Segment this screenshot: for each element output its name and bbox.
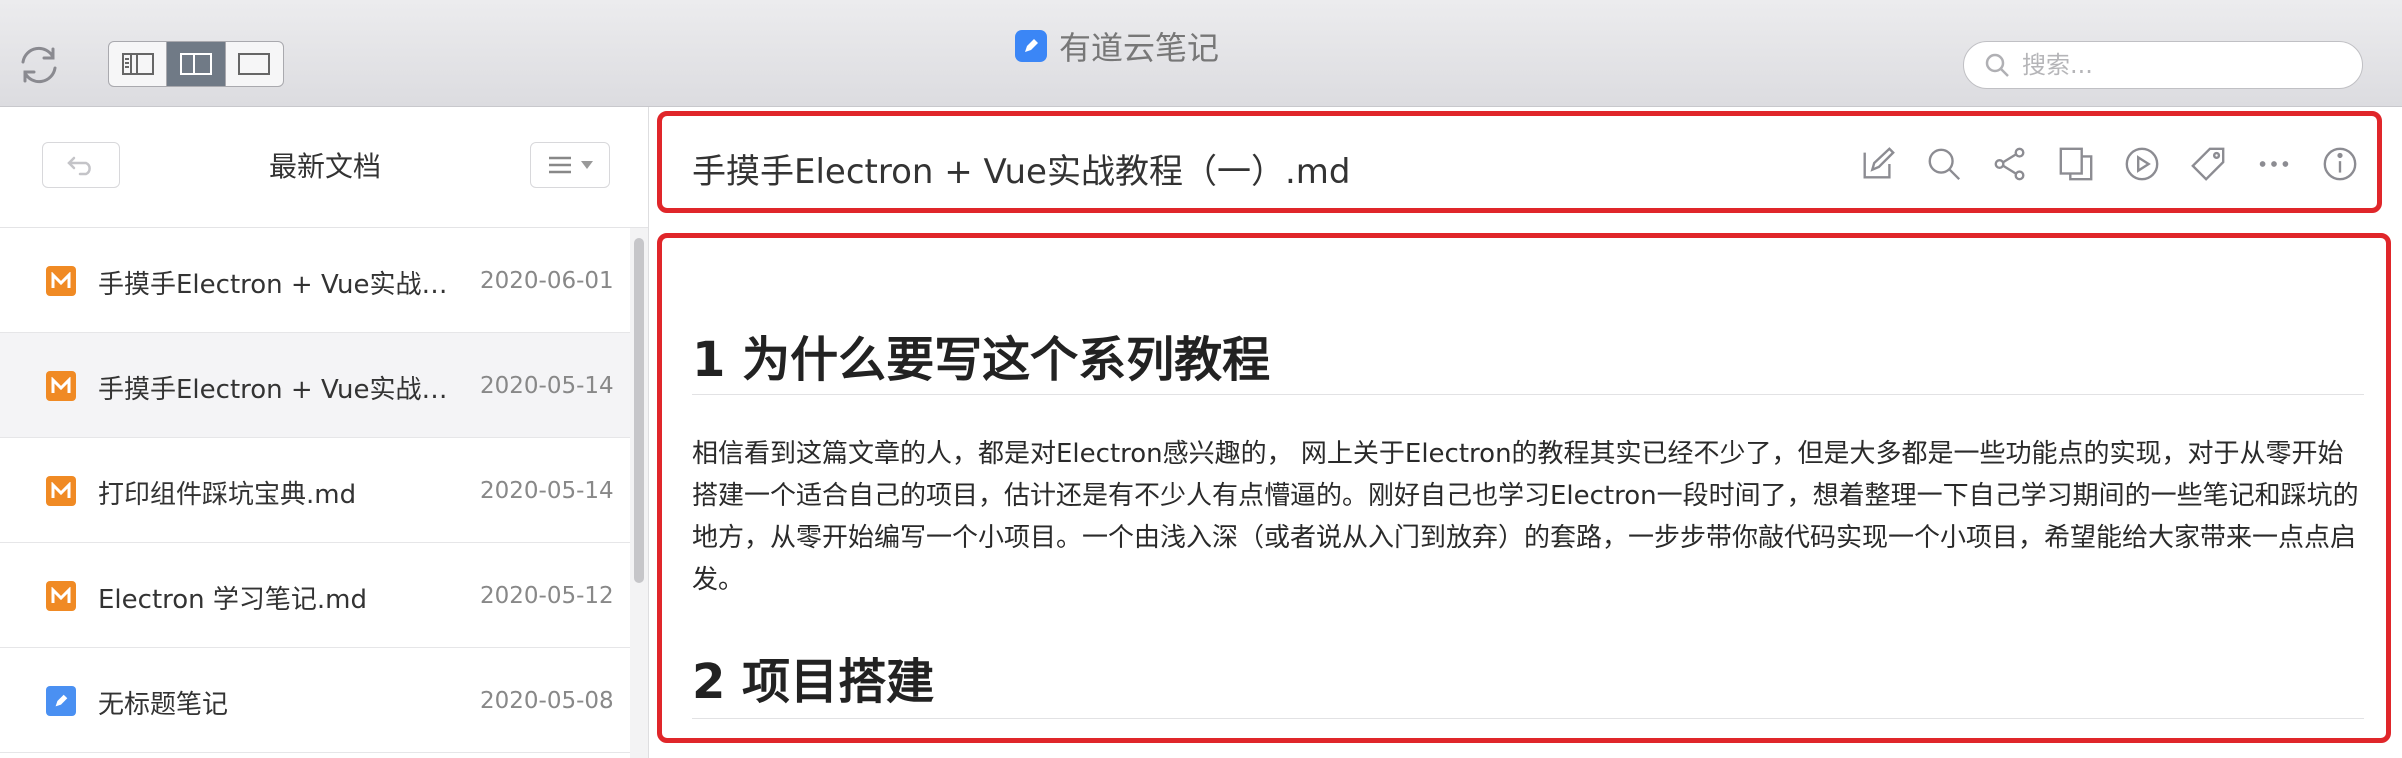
document-date: 2020-06-01 [480,268,614,294]
edit-button[interactable] [1857,143,1899,185]
edit-icon [1863,147,1895,179]
find-button[interactable] [1923,143,1965,185]
app-title: 有道云笔记 [1015,24,1219,68]
info-icon [2323,147,2357,181]
heading-divider [692,718,2364,719]
heading-2: 2 项目搭建 [692,654,935,710]
share-icon [1994,147,2025,181]
sync-icon[interactable] [14,40,64,90]
back-button[interactable] [42,142,120,188]
list-item[interactable]: Electron 学习笔记.md 2020-05-12 [0,543,630,648]
chevron-down-icon [581,161,593,169]
app-logo-icon [1015,30,1047,62]
view-mode-switch [108,41,284,87]
document-date: 2020-05-12 [480,583,614,609]
app-title-text: 有道云笔记 [1059,29,1220,67]
view-single-column-button[interactable] [226,42,283,86]
document-title: 手摸手Electron + Vue实战教程（一）.md [692,152,1351,192]
document-header: 手摸手Electron + Vue实战教程（一）.md [657,111,2382,213]
sort-menu-button[interactable] [530,142,610,188]
search-icon [1985,53,2009,77]
list-item[interactable]: 手摸手Electron + Vue实战教… 2020-06-01 [0,228,630,333]
document-name: 无标题笔记 [98,690,229,720]
document-name: 打印组件踩坑宝典.md [98,480,357,510]
document-date: 2020-05-08 [480,688,614,714]
note-file-icon [46,686,76,716]
markdown-file-icon [46,581,76,611]
document-list-title: 最新文档 [268,150,381,183]
paragraph: 相信看到这篇文章的人，都是对Electron感兴趣的， 网上关于Electron… [692,439,2359,595]
document-date: 2020-05-14 [480,373,614,399]
search-input[interactable] [2020,50,2354,80]
heading-divider [692,394,2364,395]
single-column-icon [238,53,271,75]
title-bar: 有道云笔记 [0,0,2402,107]
document-toolbar [1857,144,2361,184]
scrollbar-thumb[interactable] [634,238,644,583]
three-column-icon [121,53,154,75]
list-item[interactable]: 手摸手Electron + Vue实战教… 2020-05-14 [0,333,630,438]
list-item[interactable]: 打印组件踩坑宝典.md 2020-05-14 [0,438,630,543]
heading-1: 1 为什么要写这个系列教程 [692,332,1271,388]
search-box[interactable] [1963,41,2363,89]
search-icon [1928,148,1961,181]
document-list-header: 最新文档 [0,107,648,228]
document-list-scrollbar[interactable] [630,228,648,758]
list-item[interactable]: 无标题笔记 2020-05-08 [0,648,630,753]
markdown-file-icon [46,476,76,506]
document-date: 2020-05-14 [480,478,614,504]
tag-button[interactable] [2187,143,2229,185]
info-button[interactable] [2319,143,2361,185]
markdown-file-icon [46,371,76,401]
more-icon [2259,161,2289,167]
document-name: Electron 学习笔记.md [98,585,368,615]
document-list-panel: 最新文档 手摸手Electron + Vue实战教… 2020-06-01 手摸… [0,107,649,758]
copy-button[interactable] [2055,143,2097,185]
share-button[interactable] [1989,143,2031,185]
document-name: 手摸手Electron + Vue实战教… [98,270,454,300]
markdown-file-icon [46,266,76,296]
list-menu-icon [549,156,571,174]
two-column-icon [179,53,212,75]
document-content[interactable]: 1 为什么要写这个系列教程 相信看到这篇文章的人，都是对Electron感兴趣的… [657,233,2391,743]
copy-icon [2059,147,2093,181]
document-list: 手摸手Electron + Vue实战教… 2020-06-01 手摸手Elec… [0,228,630,753]
more-button[interactable] [2253,143,2295,185]
document-name: 手摸手Electron + Vue实战教… [98,375,454,405]
back-arrow-icon [67,156,91,176]
present-button[interactable] [2121,143,2163,185]
tag-icon [2191,147,2225,181]
view-three-column-button[interactable] [109,42,168,86]
play-icon [2125,147,2159,181]
view-two-column-button[interactable] [167,42,226,86]
